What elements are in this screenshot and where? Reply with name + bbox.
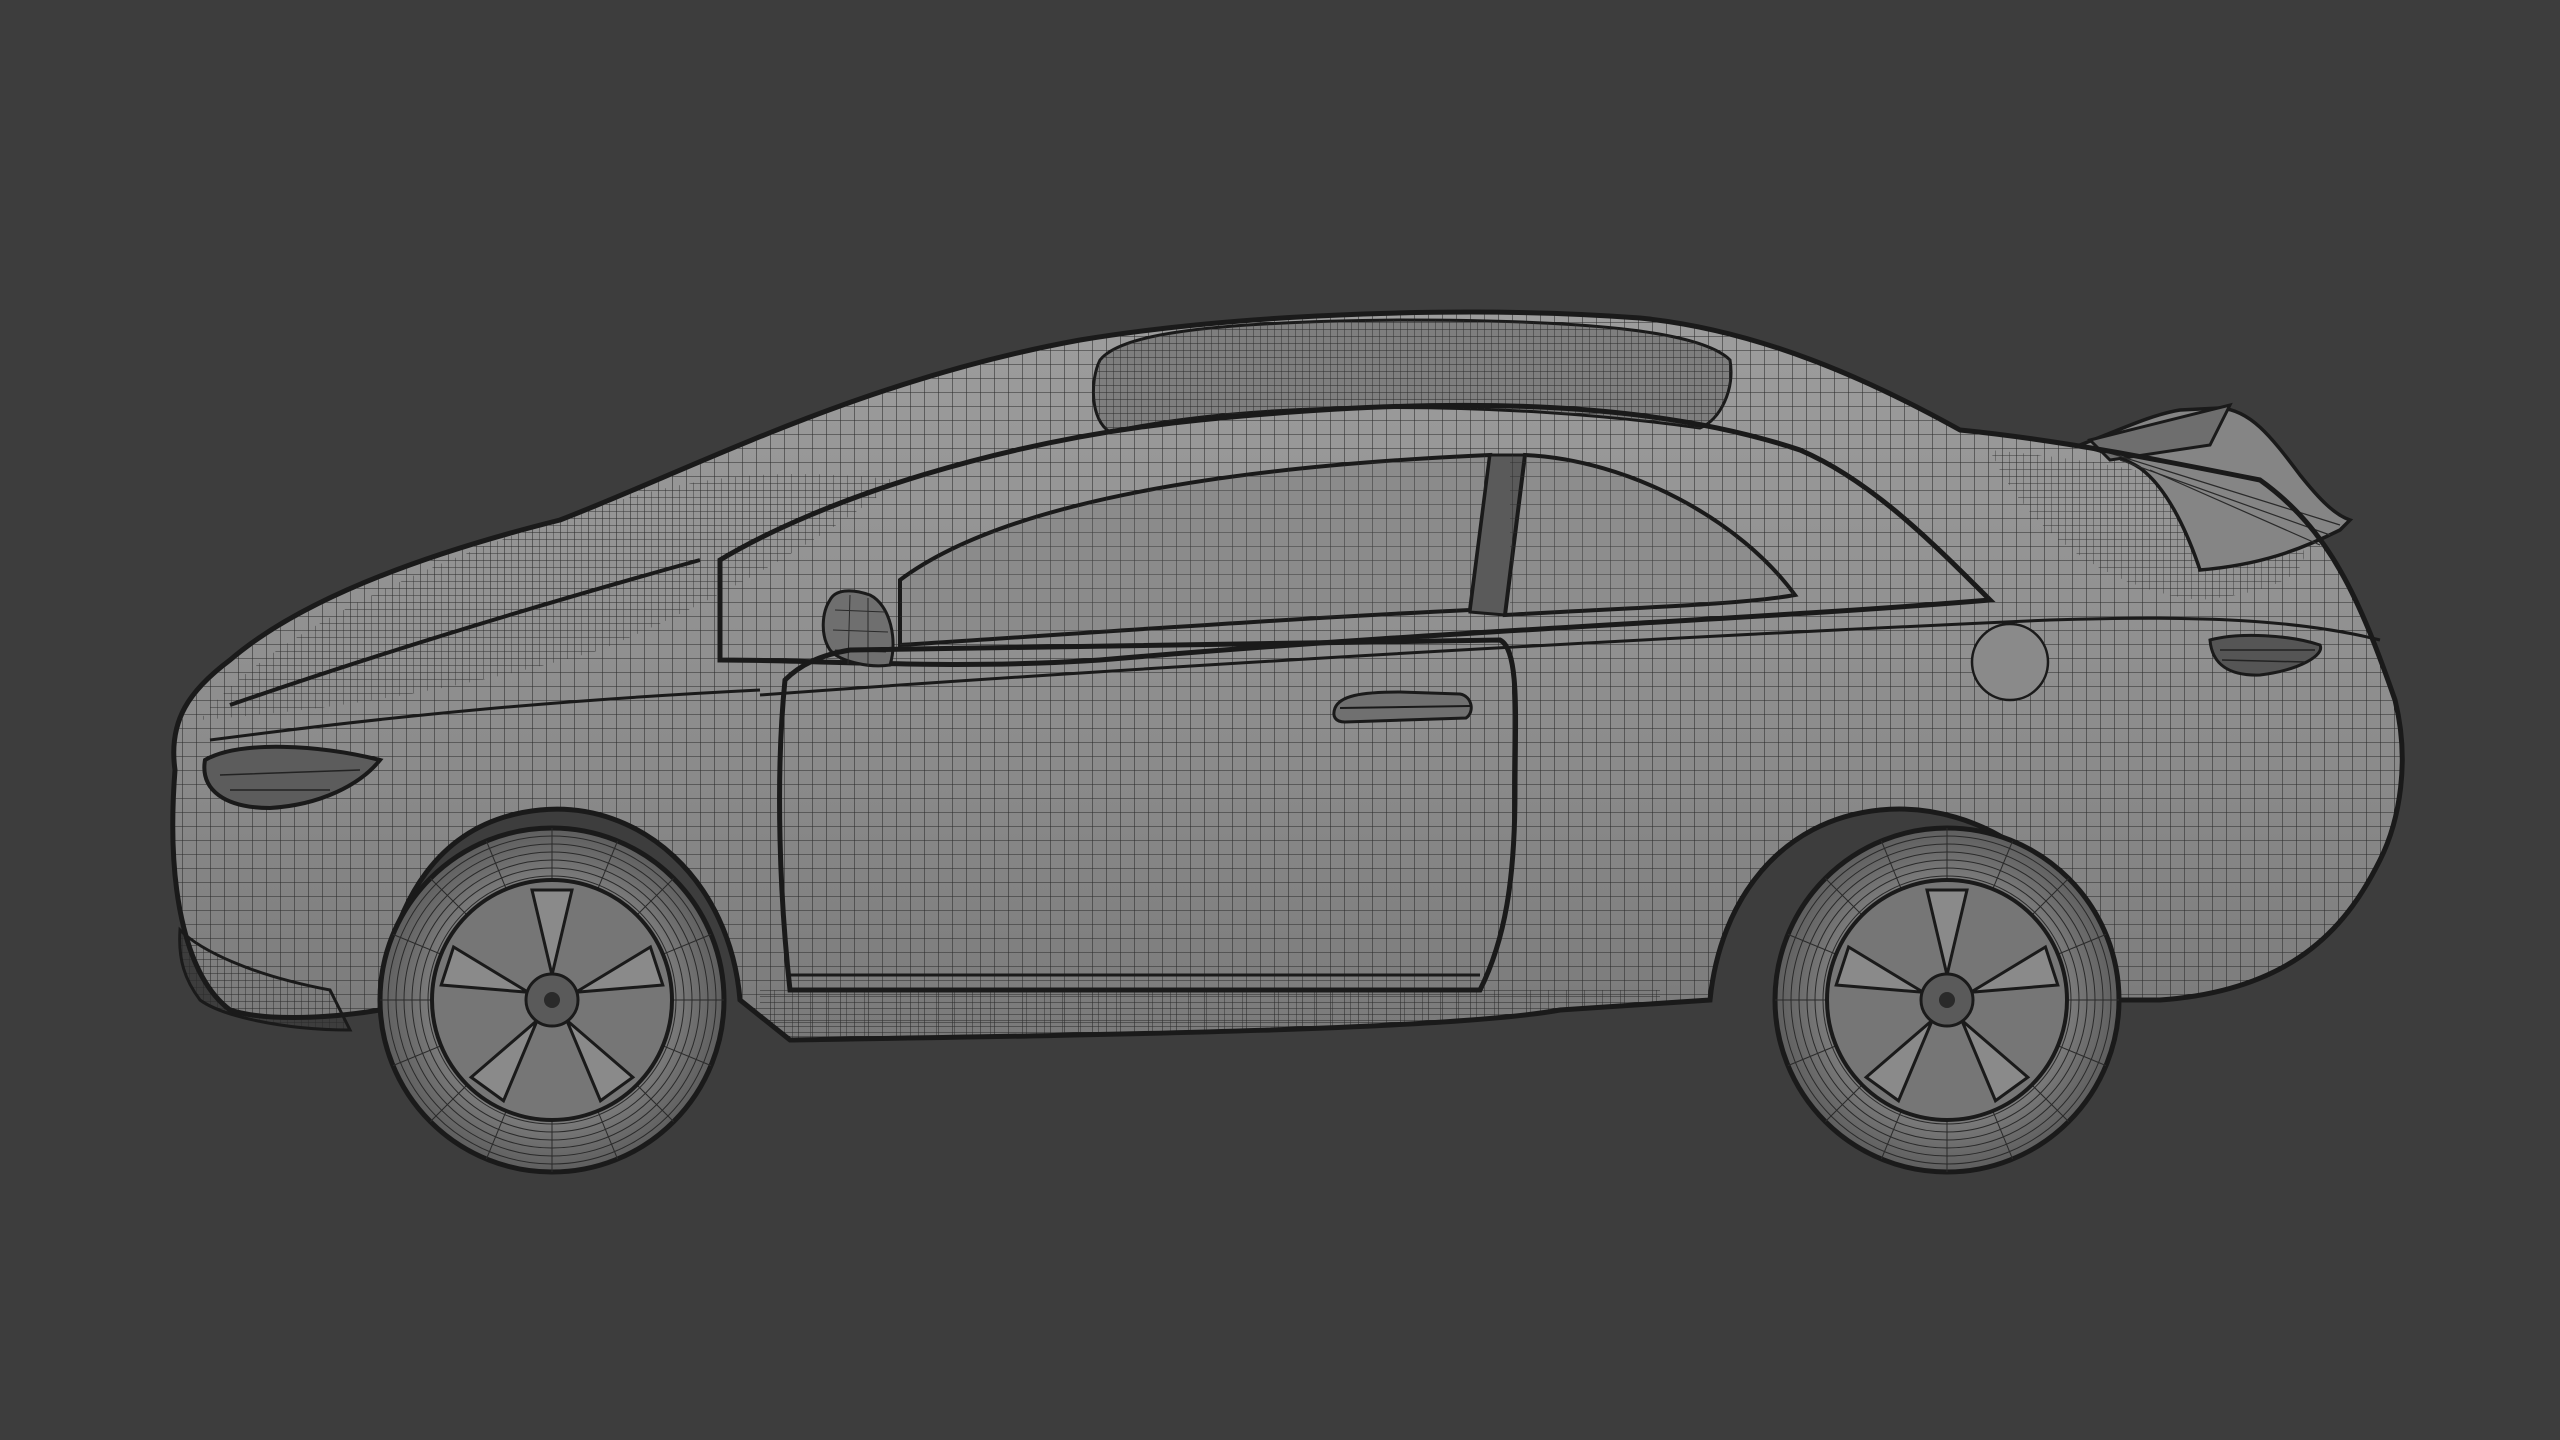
rear-wheel[interactable] (1772, 825, 2122, 1175)
viewport-canvas[interactable] (0, 0, 2560, 1440)
door-handle[interactable] (1332, 690, 1473, 724)
3d-viewport[interactable] (0, 0, 2560, 1440)
front-wheel[interactable] (377, 825, 727, 1175)
fuel-cap[interactable] (1970, 622, 2050, 702)
